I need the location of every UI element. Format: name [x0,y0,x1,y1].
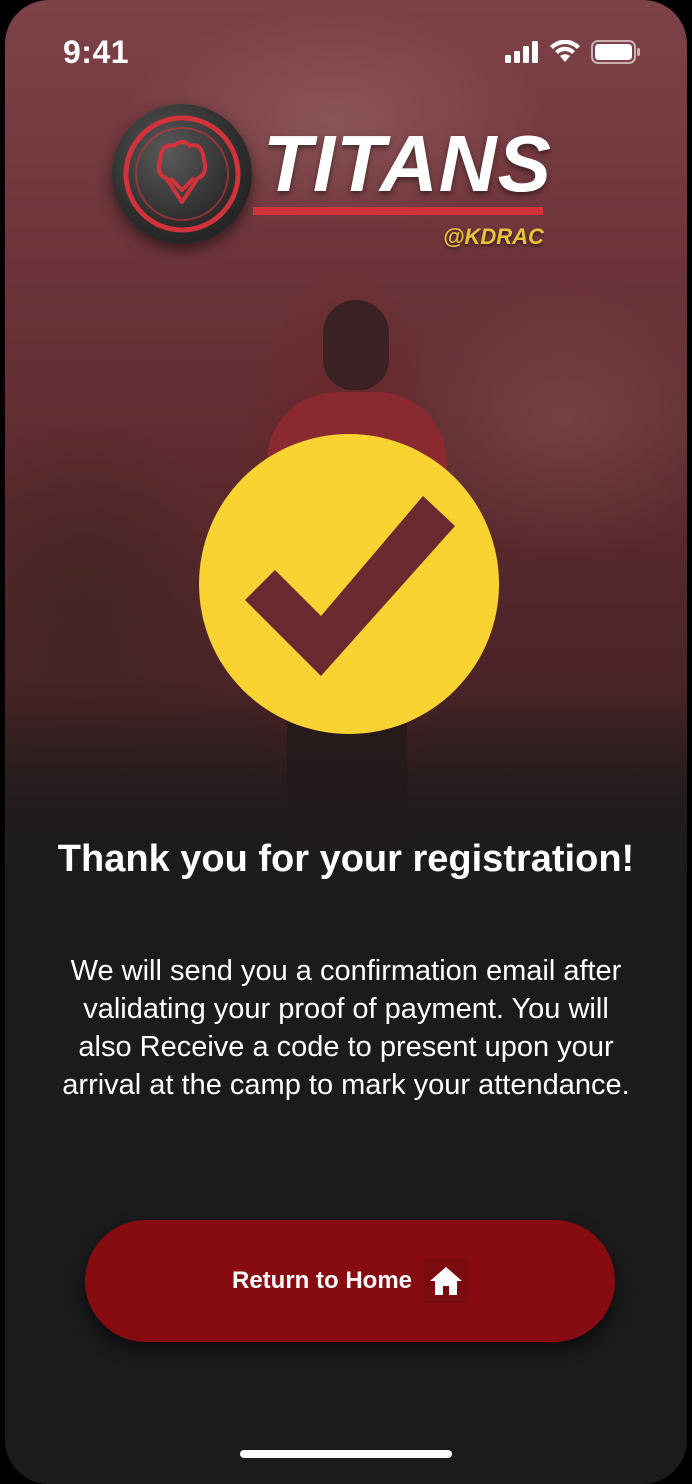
signal-icon [505,41,538,63]
home-indicator[interactable] [240,1450,452,1458]
status-icons [505,40,641,64]
battery-icon [591,40,640,64]
home-icon [424,1259,468,1303]
runner-photo-head [323,300,389,390]
status-time: 9:41 [63,34,130,70]
brand-handle: @KDRAC [443,224,544,249]
titans-emblem-icon [112,104,252,244]
return-home-button[interactable]: Return to Home [85,1220,615,1342]
brand-name: TITANS [263,119,552,208]
success-message: We will send you a confirmation email af… [62,955,630,1101]
success-badge [199,434,499,734]
return-home-label: Return to Home [232,1267,412,1294]
registration-success-screen: 9:41 TITANS @KDRAC Thank you for your re… [5,0,687,1484]
checkmark-icon [245,496,455,676]
success-title: Thank you for your registration! [57,838,635,880]
brand-underline [253,207,543,215]
wifi-icon [550,40,580,62]
status-bar: 9:41 [5,0,687,100]
